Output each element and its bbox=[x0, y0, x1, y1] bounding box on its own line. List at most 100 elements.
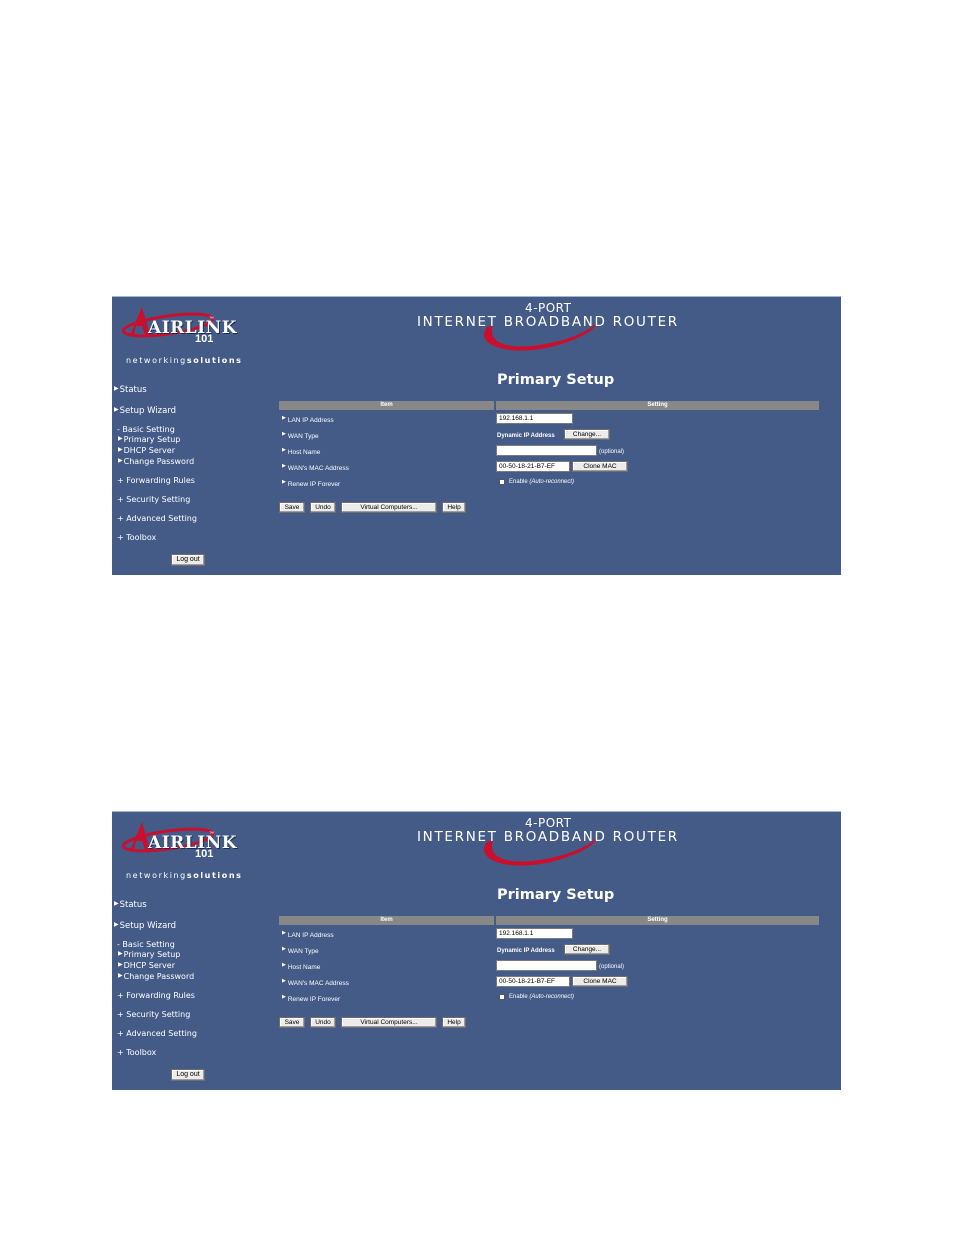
logout-button[interactable]: Log out bbox=[171, 554, 205, 566]
arrow-right-icon: ▶ bbox=[114, 921, 119, 928]
nav-toolbox[interactable]: + Toolbox bbox=[117, 533, 156, 542]
logo-tagline: networkingsolutions bbox=[126, 356, 242, 365]
nav-change-password[interactable]: ▶Change Password bbox=[118, 457, 194, 466]
host-name-input[interactable] bbox=[496, 445, 597, 456]
nav-primary-setup-label: Primary Setup bbox=[123, 435, 181, 444]
nav-change-password-label: Change Password bbox=[123, 972, 195, 981]
arrow-right-icon: ▶ bbox=[118, 972, 123, 979]
nav-advanced-setting[interactable]: + Advanced Setting bbox=[117, 514, 197, 523]
wan-type-label: ▶ WAN Type bbox=[282, 946, 319, 955]
arrow-right-icon: ▶ bbox=[282, 994, 286, 1000]
arrow-right-icon: ▶ bbox=[118, 435, 123, 442]
product-banner: 4-PORT INTERNET BROADBAND ROUTER bbox=[417, 812, 687, 874]
banner-port-label: 4-PORT bbox=[525, 816, 572, 830]
nav-status-label: Status bbox=[119, 385, 147, 395]
host-name-label-text: Host Name bbox=[287, 449, 321, 456]
nav-security-setting[interactable]: + Security Setting bbox=[117, 495, 190, 504]
undo-button[interactable]: Undo bbox=[310, 502, 336, 513]
wan-mac-input[interactable]: 00-50-18-21-B7-EF bbox=[496, 461, 570, 472]
nav-security-setting[interactable]: + Security Setting bbox=[117, 1010, 190, 1019]
nav-forwarding-rules[interactable]: + Forwarding Rules bbox=[117, 991, 195, 1000]
arrow-right-icon: ▶ bbox=[114, 406, 119, 413]
nav-status-label: Status bbox=[119, 900, 147, 910]
lan-ip-label: ▶ LAN IP Address bbox=[282, 930, 334, 939]
renew-ip-label-text: Renew IP Forever bbox=[287, 996, 341, 1003]
wan-type-change-button[interactable]: Change... bbox=[564, 429, 610, 440]
arrow-right-icon: ▶ bbox=[282, 946, 286, 952]
renew-enable-text: Enable bbox=[509, 479, 528, 485]
renew-enable-label: Enable (Auto-reconnect) bbox=[509, 479, 574, 485]
nav-basic-setting[interactable]: - Basic Setting bbox=[117, 940, 175, 949]
host-name-note: (optional) bbox=[599, 964, 625, 970]
nav-setup-wizard-label: Setup Wizard bbox=[119, 921, 177, 931]
renew-ip-label-text: Renew IP Forever bbox=[287, 481, 341, 488]
nav-toolbox[interactable]: + Toolbox bbox=[117, 1048, 156, 1057]
logout-button[interactable]: Log out bbox=[171, 1069, 205, 1081]
help-button[interactable]: Help bbox=[442, 502, 466, 513]
tagline-part-2: solutions bbox=[186, 356, 243, 365]
clone-mac-button[interactable]: Clone MAC bbox=[572, 461, 628, 472]
nav-toolbox-label: + Toolbox bbox=[117, 533, 157, 542]
arrow-right-icon: ▶ bbox=[282, 415, 286, 421]
nav-security-setting-label: + Security Setting bbox=[117, 495, 191, 504]
clone-mac-button[interactable]: Clone MAC bbox=[572, 976, 628, 987]
arrow-right-icon: ▶ bbox=[282, 447, 286, 453]
save-button[interactable]: Save bbox=[279, 1017, 305, 1028]
nav-dhcp-server-label: DHCP Server bbox=[123, 446, 175, 455]
wan-type-label-text: WAN Type bbox=[287, 948, 319, 955]
nav-change-password-label: Change Password bbox=[123, 457, 195, 466]
lan-ip-input[interactable]: 192.168.1.1 bbox=[496, 413, 573, 424]
wan-type-change-button[interactable]: Change... bbox=[564, 944, 610, 955]
host-name-note: (optional) bbox=[599, 449, 625, 455]
nav-dhcp-server[interactable]: ▶DHCP Server bbox=[118, 961, 175, 970]
nav-status[interactable]: ▶Status bbox=[114, 900, 147, 910]
nav-dhcp-server-label: DHCP Server bbox=[123, 961, 175, 970]
nav-primary-setup[interactable]: ▶Primary Setup bbox=[118, 435, 180, 444]
tagline-part-1: networking bbox=[126, 871, 187, 880]
nav-dhcp-server[interactable]: ▶DHCP Server bbox=[118, 446, 175, 455]
host-name-label-text: Host Name bbox=[287, 964, 321, 971]
host-name-input[interactable] bbox=[496, 960, 597, 971]
banner-port-label: 4-PORT bbox=[525, 301, 572, 315]
renew-ip-label: ▶ Renew IP Forever bbox=[282, 994, 340, 1003]
nav-forwarding-rules[interactable]: + Forwarding Rules bbox=[117, 476, 195, 485]
nav-setup-wizard[interactable]: ▶Setup Wizard bbox=[114, 921, 176, 931]
wan-type-label-text: WAN Type bbox=[287, 433, 319, 440]
nav-advanced-setting-label: + Advanced Setting bbox=[117, 514, 197, 523]
host-name-label: ▶ Host Name bbox=[282, 447, 320, 456]
logo-tagline: networkingsolutions bbox=[126, 871, 242, 880]
undo-button[interactable]: Undo bbox=[310, 1017, 336, 1028]
nav-advanced-setting[interactable]: + Advanced Setting bbox=[117, 1029, 197, 1038]
nav-security-setting-label: + Security Setting bbox=[117, 1010, 191, 1019]
wan-mac-label: ▶ WAN's MAC Address bbox=[282, 463, 349, 472]
lan-ip-input[interactable]: 192.168.1.1 bbox=[496, 928, 573, 939]
nav-status[interactable]: ▶Status bbox=[114, 385, 147, 395]
virtual-computers-button[interactable]: Virtual Computers... bbox=[341, 1017, 437, 1028]
tagline-part-2: solutions bbox=[186, 871, 243, 880]
nav-setup-wizard[interactable]: ▶Setup Wizard bbox=[114, 406, 176, 416]
arrow-right-icon: ▶ bbox=[282, 431, 286, 437]
renew-enable-checkbox[interactable] bbox=[499, 994, 505, 1000]
logo-wordmark: AIRLINK bbox=[148, 318, 237, 338]
arrow-right-icon: ▶ bbox=[282, 930, 286, 936]
wan-mac-label: ▶ WAN's MAC Address bbox=[282, 978, 349, 987]
nav-forwarding-rules-label: + Forwarding Rules bbox=[117, 991, 195, 1000]
arrow-right-icon: ▶ bbox=[118, 457, 123, 464]
wan-mac-input[interactable]: 00-50-18-21-B7-EF bbox=[496, 976, 570, 987]
nav-basic-setting[interactable]: - Basic Setting bbox=[117, 425, 175, 434]
nav-primary-setup[interactable]: ▶Primary Setup bbox=[118, 950, 180, 959]
nav-advanced-setting-label: + Advanced Setting bbox=[117, 1029, 197, 1038]
nav-change-password[interactable]: ▶Change Password bbox=[118, 972, 194, 981]
page-title: Primary Setup bbox=[497, 372, 615, 388]
arrow-right-icon: ▶ bbox=[118, 961, 123, 968]
wan-type-value: Dynamic IP Address bbox=[497, 433, 555, 439]
arrow-right-icon: ▶ bbox=[114, 900, 119, 907]
airlink-logo: AIRLINK ™ 101 networkingsolutions bbox=[120, 820, 241, 880]
nav-forwarding-rules-label: + Forwarding Rules bbox=[117, 476, 195, 485]
virtual-computers-button[interactable]: Virtual Computers... bbox=[341, 502, 437, 513]
arrow-right-icon: ▶ bbox=[114, 385, 119, 392]
logo-trademark: ™ bbox=[209, 316, 214, 322]
renew-enable-checkbox[interactable] bbox=[499, 479, 505, 485]
save-button[interactable]: Save bbox=[279, 502, 305, 513]
help-button[interactable]: Help bbox=[442, 1017, 466, 1028]
